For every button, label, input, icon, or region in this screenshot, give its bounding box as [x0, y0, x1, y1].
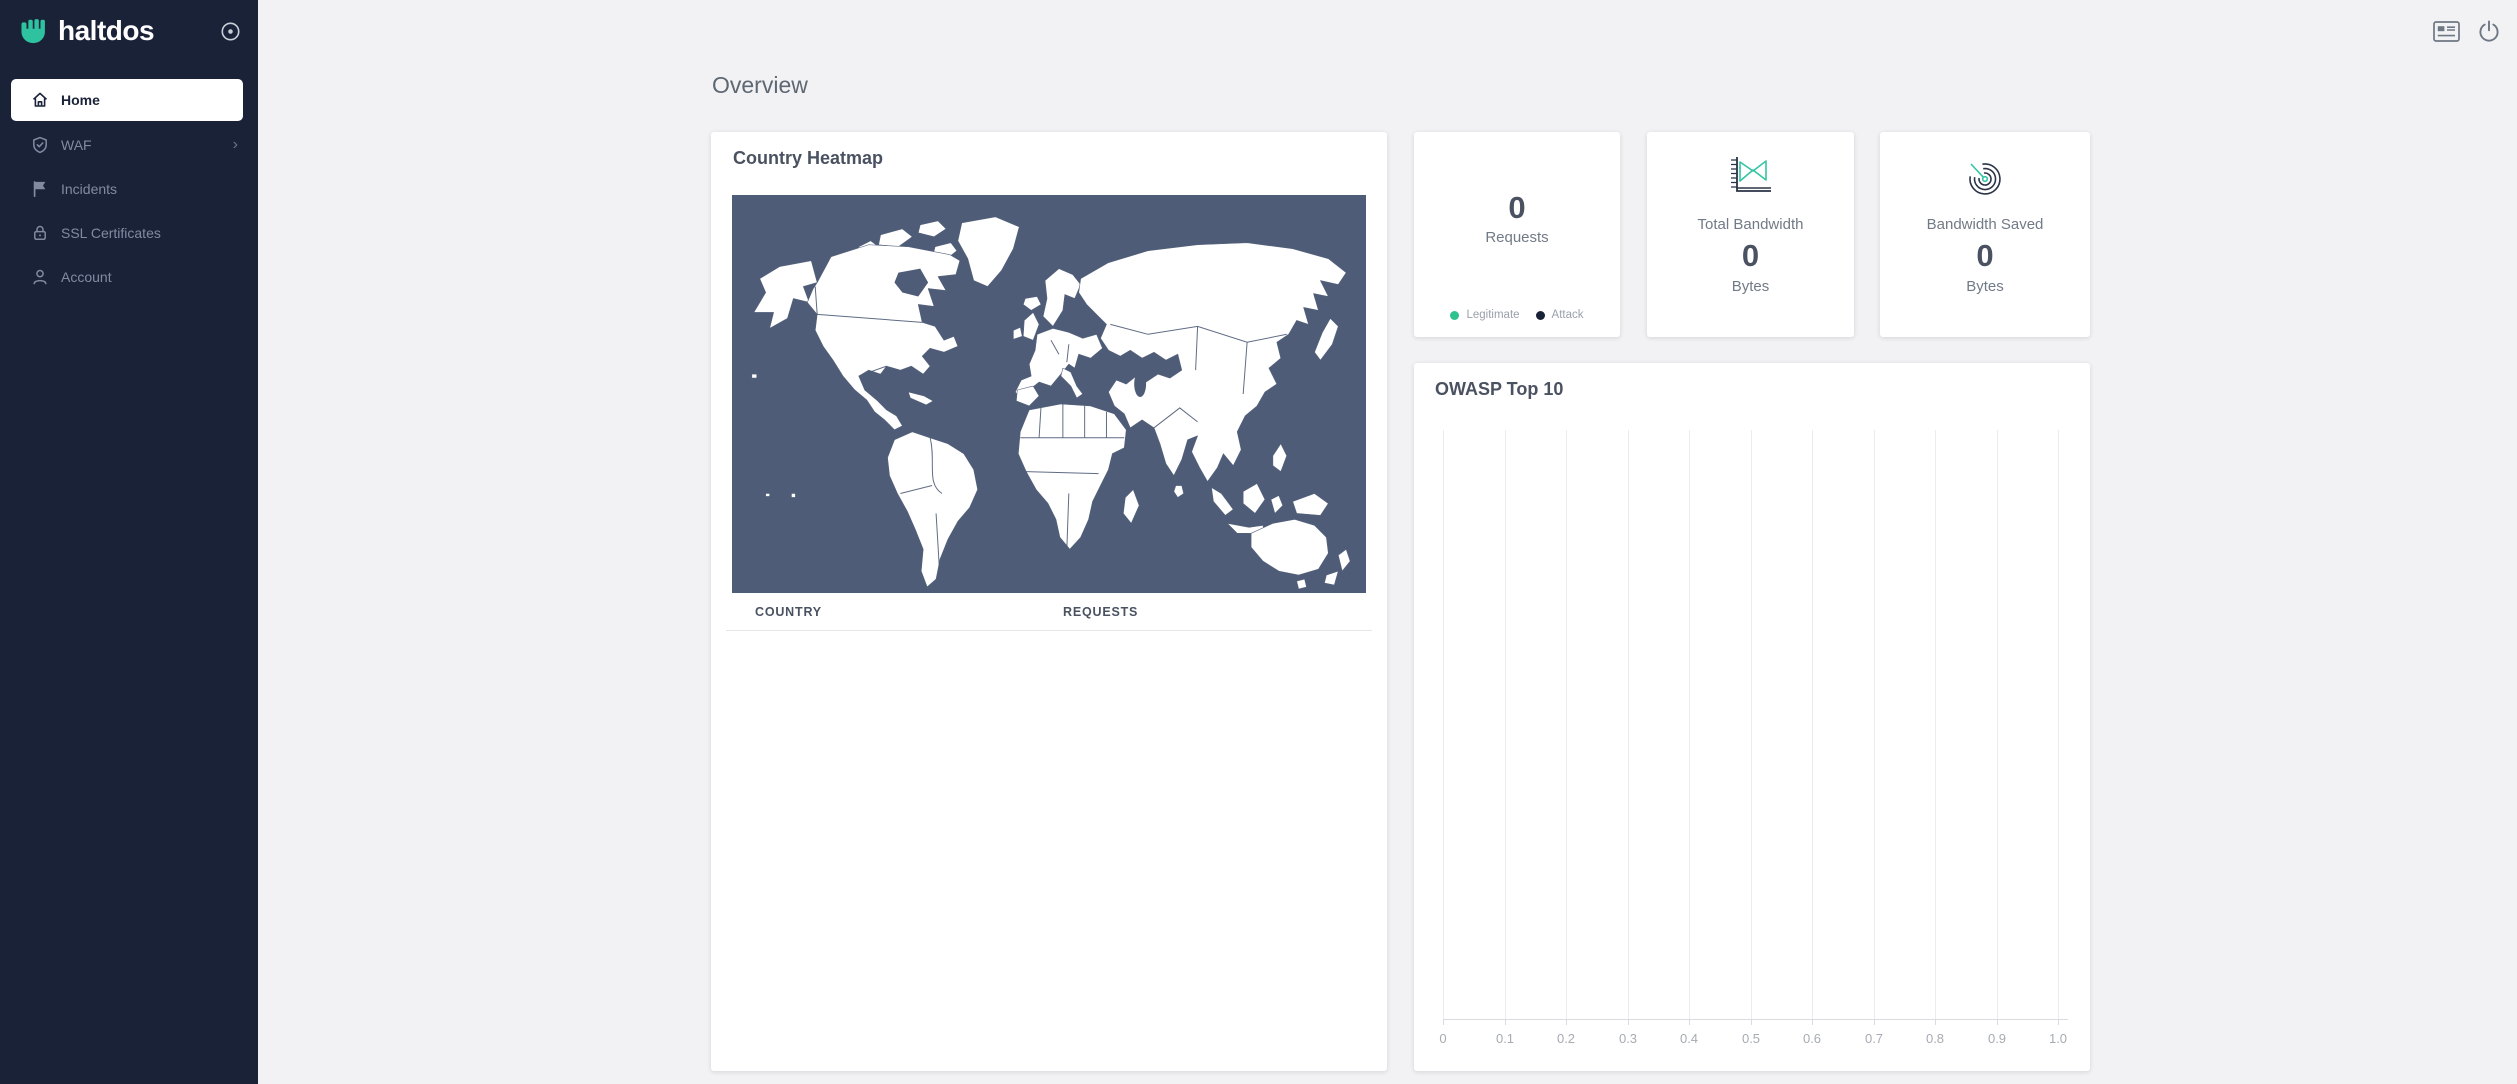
world-map[interactable]: [732, 195, 1366, 593]
x-axis-line: [1443, 1019, 2068, 1020]
x-tick-label: 0.6: [1803, 1031, 1821, 1046]
country-heatmap-card: Country Heatmap: [711, 132, 1387, 1071]
sidebar-item-home[interactable]: Home: [11, 79, 243, 121]
total-bandwidth-unit: Bytes: [1647, 278, 1854, 295]
chevron-right-icon: ›: [233, 137, 238, 153]
x-tick-label: 0: [1439, 1031, 1446, 1046]
legend-label-legitimate: Legitimate: [1466, 309, 1519, 321]
x-tick-label: 0.2: [1557, 1031, 1575, 1046]
sidebar-item-label: SSL Certificates: [61, 225, 161, 241]
gridline: [1443, 430, 1444, 1019]
gridline: [2058, 430, 2059, 1019]
gridline: [1997, 430, 1998, 1019]
logout-button[interactable]: [2478, 20, 2500, 43]
header-actions: [2433, 20, 2500, 43]
flag-icon: [30, 180, 49, 199]
brand-name: haltdos: [58, 15, 154, 47]
home-icon: [30, 91, 49, 110]
bandwidth-saved-label: Bandwidth Saved: [1880, 216, 2090, 233]
lock-icon: [30, 224, 49, 243]
legitimate-dot: [1450, 311, 1459, 320]
sidebar-item-label: Home: [61, 92, 100, 108]
sidebar-item-account[interactable]: Account: [0, 255, 258, 299]
column-header-requests: REQUESTS: [1063, 593, 1138, 631]
x-tick-label: 0.1: [1496, 1031, 1514, 1046]
sidebar-item-incidents[interactable]: Incidents: [0, 167, 258, 211]
sidebar-item-ssl-certificates[interactable]: SSL Certificates: [0, 211, 258, 255]
legend-label-attack: Attack: [1552, 309, 1584, 321]
haltdos-dashboard: { "brand": { "name": "haltdos" }, "sideb…: [0, 0, 2517, 1084]
shield-check-icon: [30, 136, 49, 155]
sidebar-collapse-button[interactable]: [218, 19, 242, 43]
gridline: [1628, 430, 1629, 1019]
x-tick-label: 0.3: [1619, 1031, 1637, 1046]
column-header-country: COUNTRY: [755, 593, 822, 631]
haltdos-logo-icon: [21, 18, 48, 45]
page-title: Overview: [712, 72, 808, 99]
x-tick-label: 0.7: [1865, 1031, 1883, 1046]
sidebar: haltdos Home: [0, 0, 258, 1084]
x-tick-label: 1.0: [2049, 1031, 2067, 1046]
x-tick-label: 0.8: [1926, 1031, 1944, 1046]
gridline: [1935, 430, 1936, 1019]
bandwidth-saved-value: 0: [1880, 238, 2090, 274]
total-bandwidth-label: Total Bandwidth: [1647, 216, 1854, 233]
country-table-header: COUNTRY REQUESTS: [726, 593, 1372, 631]
sidebar-item-label: Account: [61, 269, 112, 285]
gridline: [1566, 430, 1567, 1019]
power-icon: [2478, 20, 2500, 43]
requests-value: 0: [1414, 190, 1620, 226]
gridline: [1874, 430, 1875, 1019]
heatmap-card-title: Country Heatmap: [733, 148, 883, 169]
bandwidth-saved-stat-card: Bandwidth Saved 0 Bytes: [1880, 132, 2090, 337]
total-bandwidth-value: 0: [1647, 238, 1854, 274]
gridline: [1689, 430, 1690, 1019]
person-icon: [30, 268, 49, 287]
requests-stat-card: 0 Requests Legitimate Attack: [1414, 132, 1620, 337]
news-card-button[interactable]: [2433, 21, 2460, 42]
gridline: [1505, 430, 1506, 1019]
radar-rings-icon: [1880, 155, 2090, 201]
owasp-card-title: OWASP Top 10: [1435, 379, 1563, 400]
sidebar-item-waf[interactable]: WAF ›: [0, 123, 258, 167]
owasp-plot: 00.10.20.30.40.50.60.70.80.91.0: [1443, 430, 2058, 1019]
sidebar-item-label: WAF: [61, 137, 92, 153]
sidebar-item-label: Incidents: [61, 181, 117, 197]
sidebar-nav: Home WAF › Incidents: [0, 79, 258, 299]
bandwidth-line-chart-icon: [1647, 155, 1854, 197]
news-card-icon: [2433, 21, 2460, 42]
bandwidth-saved-unit: Bytes: [1880, 278, 2090, 295]
gridline: [1751, 430, 1752, 1019]
owasp-top10-card: OWASP Top 10 00.10.20.30.40.50.60.70.80.…: [1414, 363, 2090, 1071]
total-bandwidth-stat-card: Total Bandwidth 0 Bytes: [1647, 132, 1854, 337]
x-tick-label: 0.5: [1742, 1031, 1760, 1046]
x-tick-label: 0.4: [1680, 1031, 1698, 1046]
requests-legend: Legitimate Attack: [1414, 309, 1620, 321]
attack-dot: [1536, 311, 1545, 320]
gridline: [1812, 430, 1813, 1019]
target-circle-icon: [220, 21, 241, 42]
logo-row: haltdos: [21, 10, 242, 52]
requests-label: Requests: [1414, 229, 1620, 246]
x-tick-label: 0.9: [1988, 1031, 2006, 1046]
